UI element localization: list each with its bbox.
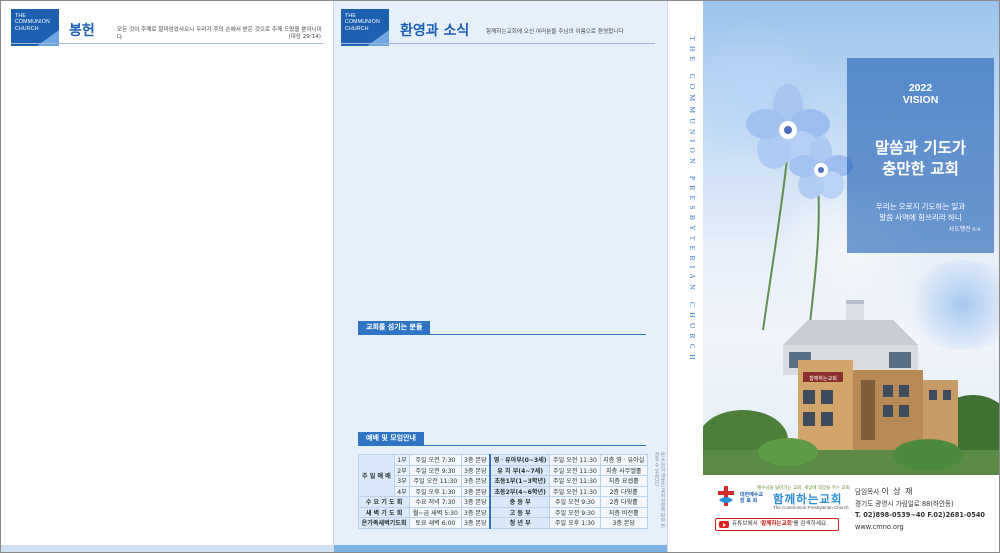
offering-title: 봉헌	[69, 23, 95, 39]
schedule-time: 월~금 새벽 5:30	[409, 506, 462, 518]
servants-label: 교회를 섬기는 분들	[358, 321, 431, 334]
schedule-place: 3층 본당	[599, 517, 649, 529]
cover-panel: THE COMMUNION PRESBYTERIAN CHURCH 2022 V…	[667, 0, 1000, 553]
website-link[interactable]: www.cmno.org	[855, 522, 985, 534]
schedule-place: 지층 비전홀	[599, 506, 649, 518]
schedule-place: 지층 요셉홀	[599, 475, 649, 487]
schedule-place: 3층 본당	[460, 506, 491, 518]
schedule-row: 수 요 기 도 회 수요 저녁 7:30 3층 본당 중 등 부 주일 오전 9:30 2…	[357, 496, 649, 508]
welcome-panel: THE COMMUNION CHURCH 환영과 소식 함께하는교회에 오신 여…	[334, 0, 667, 553]
schedule-sub: 1부	[393, 454, 411, 466]
offering-panel: THE COMMUNION CHURCH 봉헌 모든 것이 주께로 말미암았사오…	[0, 0, 334, 553]
schedule-time: 주일 오전 11:30	[549, 464, 601, 476]
youtube-search-banner[interactable]: 유튜브에서 '함께하는교회'를 검색하세요.	[715, 518, 839, 531]
church-logo: THE COMMUNION CHURCH	[11, 9, 59, 46]
header-divider	[11, 43, 323, 44]
schedule-place: 3층 본당	[460, 475, 491, 487]
schedule-time: 주일 오전 11:30	[409, 475, 462, 487]
schedule-time: 주일 오전 9:30	[409, 464, 462, 476]
schedule-time: 주일 오전 11:30	[549, 485, 601, 497]
schedule-dept: 중 등 부	[488, 496, 551, 508]
schedule-label: 예배 및 모임안내	[358, 432, 424, 445]
church-emblem-icon	[718, 486, 734, 506]
schedule-time: 주일 오전 9:30	[549, 506, 601, 518]
denomination: 대한예수교 장 로 회	[740, 492, 763, 504]
church-logo: THE COMMUNION CHURCH	[341, 9, 389, 46]
offering-reference: (대상 29:14)	[288, 34, 321, 40]
building-sign: 함께하는교회	[809, 375, 837, 382]
schedule-time: 주일 오후 1:30	[549, 517, 601, 529]
youtube-suffix: '를 검색하세요.	[791, 521, 828, 527]
side-note: 본 주보의 내용은 교회 사정에 따라 변경될 수 있습니다	[654, 452, 665, 529]
schedule-row: 3부 주일 오전 11:30 3층 본당 초등1부(1~3학년) 주일 오전 11:30…	[359, 475, 649, 487]
schedule-dept: 유 치 부(4~7세)	[488, 464, 551, 476]
schedule-place: 3층 본당	[460, 517, 491, 529]
schedule-time: 토요 새벽 6:00	[409, 517, 462, 529]
schedule-row: 온가족새벽기도회 토요 새벽 6:00 3층 본당 청 년 부 주일 오후 1:30 3층…	[357, 517, 649, 529]
schedule-row: 4부 주일 오후 1:30 3층 본당 초등2부(4~6학년) 주일 오전 11:30 2…	[359, 485, 649, 497]
schedule-place: 지층 사무엘홀	[599, 464, 649, 476]
schedule-place: 지층 영ㆍ유아실	[599, 454, 649, 466]
welcome-greeting: 함께하는교회에 오신 여러분을 주님의 이름으로 환영합니다	[486, 29, 624, 35]
schedule-dept: 영ㆍ유아부(0~3세)	[488, 454, 551, 466]
schedule-time: 주일 오전 7:30	[409, 454, 462, 466]
schedule-dept: 고 등 부	[488, 506, 551, 518]
hero-image: 2022 VISION 말씀과 기도가 충만한 교회 우리는 오로지 기도하는 …	[703, 0, 1000, 475]
welcome-title: 환영과 소식	[400, 23, 470, 39]
youtube-keyword: 함께하는교회	[761, 521, 792, 527]
fax: F.02)2681-0540	[927, 511, 986, 519]
schedule-dept: 초등2부(4~6학년)	[488, 485, 551, 497]
schedule-row: 주 일 예 배 1부 주일 오전 7:30 3층 본당 영ㆍ유아부(0~3세) 주일 오전…	[358, 454, 649, 497]
pastor-label: 담임목사	[855, 488, 880, 496]
youtube-prefix: 유튜브에서 '	[732, 521, 762, 527]
schedule-place: 3층 본당	[460, 485, 491, 497]
schedule-time: 수요 저녁 7:30	[409, 496, 462, 508]
section-divider	[358, 334, 646, 335]
schedule-row: 새 벽 기 도 회 월~금 새벽 5:30 3층 본당 고 등 부 주일 오전 9:30…	[357, 506, 649, 518]
schedule-place: 2층 다윗홀	[599, 485, 649, 497]
schedule-time: 주일 오후 1:30	[409, 485, 462, 497]
schedule-time: 주일 오전 11:30	[549, 475, 601, 487]
pastor-row: 담임목사 이 상 재	[855, 486, 985, 499]
schedule-group: 주 일 예 배	[358, 454, 395, 497]
schedule-table: 주 일 예 배 1부 주일 오전 7:30 3층 본당 영ㆍ유아부(0~3세) 주일 오전…	[357, 454, 649, 529]
church-name-english: The Communion Presbyterian Church	[773, 505, 849, 510]
schedule-sub: 4부	[393, 485, 411, 497]
schedule-group: 온가족새벽기도회	[357, 517, 411, 529]
bottom-bar	[0, 545, 334, 553]
vertical-church-name: THE COMMUNION PRESBYTERIAN CHURCH	[688, 36, 697, 365]
schedule-group: 수 요 기 도 회	[357, 496, 411, 508]
schedule-dept: 초등1부(1~3학년)	[488, 475, 551, 487]
phone-fax-row: T. 02)898-0539~40 F.02)2681-0540	[855, 510, 985, 522]
header-divider	[341, 43, 655, 44]
schedule-time: 주일 오전 9:30	[549, 496, 601, 508]
church-building-illustration: 함께하는교회	[703, 300, 1000, 475]
denomination-line2: 장 로 회	[740, 498, 758, 504]
schedule-time: 주일 오전 11:30	[549, 454, 601, 466]
pastor-name: 이 상 재	[881, 487, 914, 496]
schedule-group: 새 벽 기 도 회	[357, 506, 411, 518]
cover-footer: 예수님을 닮아가는 교회, 세상에 희망을 주는 교회 대한예수교 장 로 회 …	[703, 475, 1000, 553]
phone: T. 02)898-0539~40	[855, 511, 926, 519]
address: 경기도 광명시 가림일로 88(하안동)	[855, 499, 954, 508]
schedule-dept: 청 년 부	[488, 517, 551, 529]
schedule-place: 2층 다윗홀	[599, 496, 649, 508]
bottom-bar	[334, 545, 667, 553]
youtube-icon	[719, 521, 729, 528]
schedule-sub: 3부	[393, 475, 411, 487]
schedule-row: 2부 주일 오전 9:30 3층 본당 유 치 부(4~7세) 주일 오전 11:30 지…	[359, 464, 649, 476]
schedule-place: 3층 본당	[460, 464, 491, 476]
schedule-sub: 2부	[393, 464, 411, 476]
section-divider	[358, 445, 646, 446]
church-contact-info: 담임목사 이 상 재 경기도 광명시 가림일로 88(하안동) T. 02)89…	[855, 486, 985, 533]
schedule-place: 3층 본당	[460, 496, 491, 508]
schedule-place: 3층 본당	[460, 454, 491, 466]
